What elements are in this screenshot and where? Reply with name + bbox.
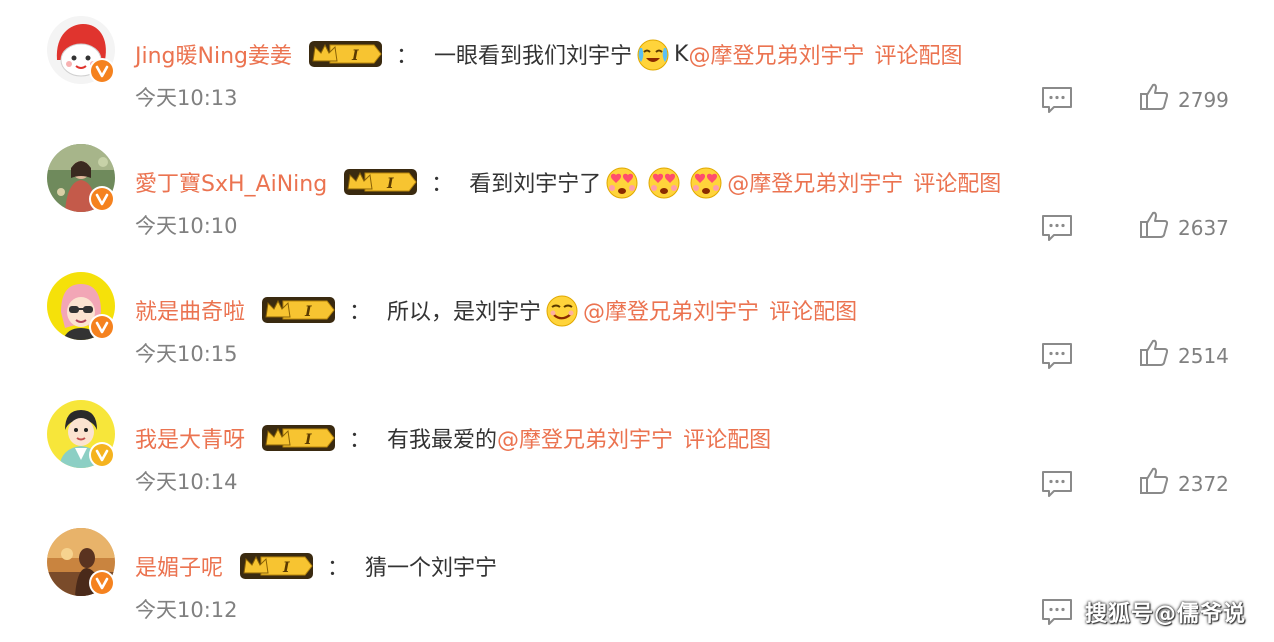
heart-eyes-emoji — [604, 164, 640, 200]
reply-comment-icon[interactable] — [1041, 213, 1073, 243]
svg-text:I: I — [282, 560, 290, 576]
reply-comment-icon[interactable] — [1041, 469, 1073, 499]
mention-link[interactable]: @摩登兄弟刘宇宁 — [583, 294, 759, 326]
comment-time: 今天10:14 — [135, 470, 238, 494]
separator: ： — [327, 556, 350, 581]
heart-eyes-emoji — [688, 164, 724, 200]
separator: ： — [349, 428, 372, 453]
username[interactable]: 愛丁寶SxH_AiNing — [135, 166, 327, 198]
reply-comment-icon[interactable] — [1041, 597, 1073, 627]
username[interactable]: 我是大青呀 — [135, 422, 245, 454]
smirk-emoji — [544, 292, 580, 328]
crying-laugh-emoji — [635, 36, 671, 72]
comment-item: 就是曲奇啦 I ： 所以，是刘宇宁 @摩登兄弟刘宇宁 评论配图 今天10:15 … — [0, 256, 1274, 384]
mention-link[interactable]: @摩登兄弟刘宇宁 — [727, 166, 903, 198]
thumbs-up-icon[interactable] — [1139, 210, 1169, 240]
reply-comment-icon[interactable] — [1041, 341, 1073, 371]
comment-text: 猜一个刘宇宁 — [365, 556, 498, 581]
comment-item: 愛丁寶SxH_AiNing I ： 看到刘宇宁了 @摩登兄弟刘宇宁 评论配图 今… — [0, 128, 1274, 256]
comment-image-link[interactable]: 评论配图 — [683, 422, 771, 454]
comment-content: 愛丁寶SxH_AiNing I ： 看到刘宇宁了 @摩登兄弟刘宇宁 评论配图 — [135, 164, 1001, 200]
crown-member-icon[interactable]: I — [261, 295, 337, 325]
separator: ： — [396, 44, 419, 69]
comment-time: 今天10:15 — [135, 342, 238, 366]
crown-member-icon[interactable]: I — [308, 39, 384, 69]
comment-text: 所以，是刘宇宁 — [387, 300, 542, 325]
comment-item: Jing暖Ning姜姜 I ： 一眼看到我们刘宇宁 K @摩登兄弟刘宇宁 评论配… — [0, 0, 1274, 128]
svg-text:I: I — [304, 304, 312, 320]
like-count: 2799 — [1178, 88, 1229, 112]
mention-link[interactable]: @摩登兄弟刘宇宁 — [688, 38, 864, 70]
like-count: 2514 — [1178, 344, 1229, 368]
comment-time: 今天10:10 — [135, 214, 238, 238]
verified-badge-icon — [89, 58, 115, 84]
separator: ： — [349, 300, 372, 325]
svg-text:I: I — [386, 176, 394, 192]
thumbs-up-icon[interactable] — [1139, 338, 1169, 368]
crown-member-icon[interactable]: I — [239, 551, 315, 581]
verified-badge-icon — [89, 186, 115, 212]
comment-image-link[interactable]: 评论配图 — [874, 38, 962, 70]
heart-eyes-emoji — [646, 164, 682, 200]
comment-time: 今天10:12 — [135, 598, 238, 622]
comment-content: Jing暖Ning姜姜 I ： 一眼看到我们刘宇宁 K @摩登兄弟刘宇宁 评论配… — [135, 36, 963, 72]
comment-content: 是媚子呢 I ： 猜一个刘宇宁 — [135, 548, 497, 584]
watermark: 搜狐号@儒爷说 — [1084, 602, 1246, 627]
comment-content: 我是大青呀 I ： 有我最爱的 @摩登兄弟刘宇宁 评论配图 — [135, 420, 771, 456]
svg-text:I: I — [304, 432, 312, 448]
comment-time: 今天10:13 — [135, 86, 238, 110]
comment-item: 我是大青呀 I ： 有我最爱的 @摩登兄弟刘宇宁 评论配图 今天10:14 23… — [0, 384, 1274, 512]
comment-text: 有我最爱的 — [387, 428, 498, 453]
comment-content: 就是曲奇啦 I ： 所以，是刘宇宁 @摩登兄弟刘宇宁 评论配图 — [135, 292, 857, 328]
crown-member-icon[interactable]: I — [343, 167, 419, 197]
comment-text: 一眼看到我们刘宇宁 — [434, 44, 633, 69]
thumbs-up-icon[interactable] — [1139, 82, 1169, 112]
mention-link[interactable]: @摩登兄弟刘宇宁 — [497, 422, 673, 454]
thumbs-up-icon[interactable] — [1139, 466, 1169, 496]
comment-text-after: K — [674, 41, 689, 67]
verified-badge-icon — [89, 314, 115, 340]
like-count: 2637 — [1178, 216, 1229, 240]
like-count: 2372 — [1178, 472, 1229, 496]
username[interactable]: Jing暖Ning姜姜 — [135, 38, 292, 70]
username[interactable]: 是媚子呢 — [135, 550, 223, 582]
username[interactable]: 就是曲奇啦 — [135, 294, 245, 326]
crown-member-icon[interactable]: I — [261, 423, 337, 453]
comment-image-link[interactable]: 评论配图 — [913, 166, 1001, 198]
svg-text:I: I — [351, 48, 359, 64]
verified-badge-icon — [89, 570, 115, 596]
comment-image-link[interactable]: 评论配图 — [769, 294, 857, 326]
separator: ： — [431, 172, 454, 197]
comment-text: 看到刘宇宁了 — [469, 172, 602, 197]
comment-item: 是媚子呢 I ： 猜一个刘宇宁 今天10:12 — [0, 512, 1274, 640]
reply-comment-icon[interactable] — [1041, 85, 1073, 115]
verified-badge-icon — [89, 442, 115, 468]
